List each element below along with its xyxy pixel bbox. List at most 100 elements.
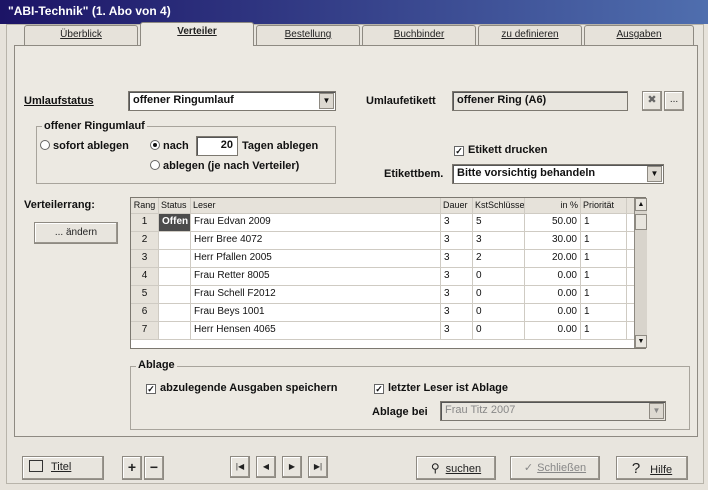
header-leser[interactable]: Leser [191, 198, 441, 213]
cell-prio: 1 [581, 304, 627, 321]
checkmark-icon[interactable]: ✓ [374, 384, 384, 394]
radio-sofort-circle[interactable] [40, 140, 50, 150]
header-prozent[interactable]: in % [525, 198, 581, 213]
umlaufstatus-label: Umlaufstatus [24, 95, 94, 107]
checkmark-icon[interactable]: ✓ [146, 384, 156, 394]
schliessen-button[interactable]: ✓ Schließen [510, 456, 600, 480]
cell-leser: Herr Bree 4072 [191, 232, 441, 249]
days-input[interactable]: 20 [196, 136, 238, 156]
cell-status [159, 322, 191, 339]
cell-status: Offen [159, 214, 191, 231]
etikett-more-button[interactable]: ... [664, 91, 684, 111]
table-row[interactable]: 2 Herr Bree 4072 3 3 30.00 1 [131, 232, 645, 250]
header-kstschluessel[interactable]: KstSchlüssel [473, 198, 525, 213]
cell-pct: 0.00 [525, 268, 581, 285]
cell-rang: 5 [131, 286, 159, 303]
umlaufetikett-field[interactable]: offener Ring (A6) [452, 91, 628, 111]
table-row[interactable]: 5 Frau Schell F2012 3 0 0.00 1 [131, 286, 645, 304]
header-dauer[interactable]: Dauer [441, 198, 473, 213]
table-row[interactable]: 6 Frau Beys 1001 3 0 0.00 1 [131, 304, 645, 322]
radio-sofort[interactable]: sofort ablegen [40, 140, 129, 152]
table-row[interactable]: 1 Offen Frau Edvan 2009 3 5 50.00 1 [131, 214, 645, 232]
tab-buchbinder[interactable]: Buchbinder [362, 25, 476, 45]
cell-prio: 1 [581, 322, 627, 339]
nav-first-button[interactable]: |◀ [230, 456, 250, 478]
cell-dauer: 3 [441, 286, 473, 303]
cell-prio: 1 [581, 250, 627, 267]
scroll-up-icon[interactable]: ▲ [635, 198, 647, 211]
chevron-down-icon[interactable]: ▼ [319, 93, 334, 109]
header-status[interactable]: Status [159, 198, 191, 213]
tab-zu-definieren[interactable]: zu definieren [478, 25, 582, 45]
radio-verteiler-circle[interactable] [150, 160, 160, 170]
ablage-bei-label: Ablage bei [372, 406, 428, 418]
umlaufstatus-select[interactable]: offener Ringumlauf ▼ [128, 91, 336, 111]
nav-next-button[interactable]: ▶ [282, 456, 302, 478]
ablage-speichern-checkbox[interactable]: ✓ abzulegende Ausgaben speichern [146, 382, 337, 394]
verteiler-table[interactable]: Rang Status Leser Dauer KstSchlüssel in … [130, 197, 646, 349]
etikettbem-label: Etikettbem. [384, 168, 444, 180]
radio-verteiler[interactable]: ablegen (je nach Verteiler) [150, 160, 299, 172]
add-button[interactable]: + [122, 456, 142, 480]
table-row[interactable]: 7 Herr Hensen 4065 3 0 0.00 1 [131, 322, 645, 340]
cell-rang: 7 [131, 322, 159, 339]
cell-kst: 0 [473, 322, 525, 339]
window-title: "ABI-Technik" (1. Abo von 4) [0, 0, 708, 24]
nav-last-button[interactable]: ▶| [308, 456, 328, 478]
cell-leser: Herr Hensen 4065 [191, 322, 441, 339]
cell-pct: 30.00 [525, 232, 581, 249]
table-header-row: Rang Status Leser Dauer KstSchlüssel in … [131, 198, 645, 214]
verteilerrang-label: Verteilerrang: [24, 199, 95, 211]
scroll-down-icon[interactable]: ▼ [635, 335, 647, 348]
radio-nach[interactable]: nach [150, 140, 189, 152]
cell-status [159, 250, 191, 267]
etikett-drucken-checkbox[interactable]: ✓ Etikett drucken [454, 144, 547, 156]
ablage-speichern-label: abzulegende Ausgaben speichern [160, 382, 338, 394]
titel-button[interactable]: Titel [22, 456, 104, 480]
ablage-bei-select[interactable]: Frau Titz 2007 ▼ [440, 401, 666, 421]
printer-icon [29, 460, 43, 472]
cell-pct: 0.00 [525, 286, 581, 303]
cell-dauer: 3 [441, 322, 473, 339]
cell-leser: Frau Schell F2012 [191, 286, 441, 303]
cell-pct: 0.00 [525, 304, 581, 321]
scroll-thumb[interactable] [635, 214, 647, 230]
letzter-leser-checkbox[interactable]: ✓ letzter Leser ist Ablage [374, 382, 508, 394]
radio-nach-label: nach [163, 140, 189, 152]
header-prioritaet[interactable]: Priorität [581, 198, 627, 213]
help-icon: ? [631, 460, 641, 477]
aendern-button[interactable]: ... ändern [34, 222, 118, 244]
table-row[interactable]: 3 Herr Pfallen 2005 3 2 20.00 1 [131, 250, 645, 268]
tab-verteiler[interactable]: Verteiler [140, 22, 254, 46]
ablage-bei-value: Frau Titz 2007 [445, 404, 516, 416]
tab-bestellung[interactable]: Bestellung [256, 25, 360, 45]
etikettbem-select[interactable]: Bitte vorsichtig behandeln ▼ [452, 164, 664, 184]
cell-kst: 3 [473, 232, 525, 249]
header-rang[interactable]: Rang [131, 198, 159, 213]
table-scrollbar[interactable]: ▲ ▼ [634, 198, 647, 348]
ablage-group-title: Ablage [136, 359, 177, 371]
hilfe-button[interactable]: ? Hilfe [616, 456, 688, 480]
cell-rang: 3 [131, 250, 159, 267]
umlaufetikett-label: Umlaufetikett [366, 95, 436, 107]
hilfe-label: Hilfe [650, 464, 673, 476]
radio-sofort-label: sofort ablegen [53, 140, 129, 152]
chevron-down-icon[interactable]: ▼ [647, 166, 662, 182]
umlaufetikett-value: offener Ring (A6) [457, 94, 547, 106]
tab-label: Überblick [60, 29, 102, 40]
tab-ausgaben[interactable]: Ausgaben [584, 25, 694, 45]
radio-nach-circle[interactable] [150, 140, 160, 150]
letzter-leser-label: letzter Leser ist Ablage [388, 382, 509, 394]
cell-dauer: 3 [441, 268, 473, 285]
suchen-button[interactable]: ⚲ suchen [416, 456, 496, 480]
checkmark-icon: ✓ [523, 462, 534, 474]
cell-dauer: 3 [441, 214, 473, 231]
tab-ueberblick[interactable]: Überblick [24, 25, 138, 45]
nav-prev-button[interactable]: ◀ [256, 456, 276, 478]
cell-leser: Frau Beys 1001 [191, 304, 441, 321]
remove-button[interactable]: − [144, 456, 164, 480]
checkmark-icon[interactable]: ✓ [454, 146, 464, 156]
table-row[interactable]: 4 Frau Retter 8005 3 0 0.00 1 [131, 268, 645, 286]
clear-etikett-button[interactable]: ✖ [642, 91, 662, 111]
chevron-down-icon[interactable]: ▼ [649, 403, 664, 419]
